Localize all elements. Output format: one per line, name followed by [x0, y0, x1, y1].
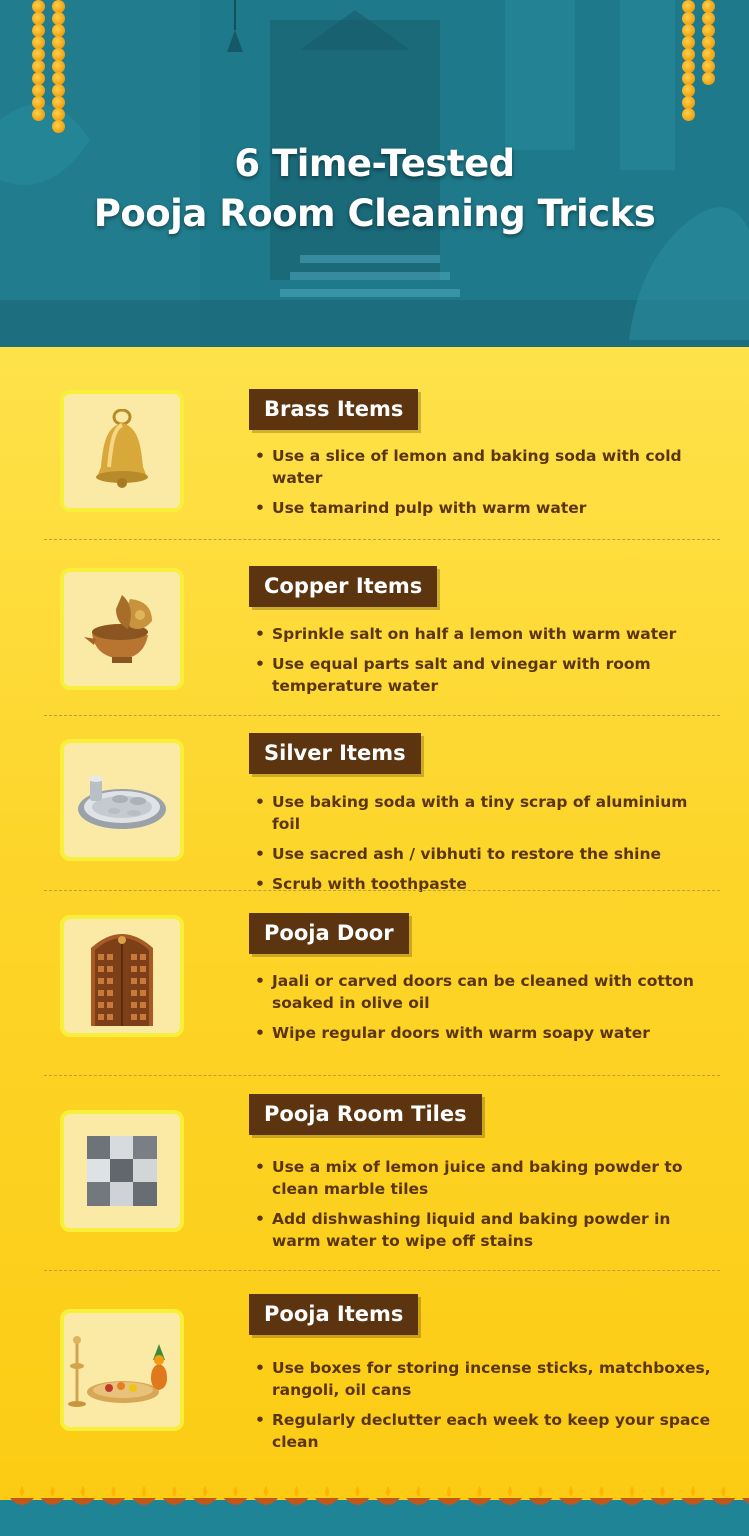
points-silver-items: Use baking soda with a tiny scrap of alu… [255, 791, 715, 903]
heading-pooja-room-tiles: Pooja Room Tiles [249, 1094, 482, 1135]
points-brass-items: Use a slice of lemon and baking soda wit… [255, 445, 715, 527]
section-divider [44, 715, 720, 716]
list-item: Use equal parts salt and vinegar with ro… [255, 653, 715, 697]
marigold-garland-right-2 [702, 0, 715, 85]
page-title-line-2: Pooja Room Cleaning Tricks [93, 192, 656, 235]
list-item: Regularly declutter each week to keep yo… [255, 1409, 715, 1453]
marigold-garland-left-1 [32, 0, 45, 121]
heading-pooja-door: Pooja Door [249, 913, 409, 954]
heading-brass-items: Brass Items [249, 389, 419, 430]
list-item: Jaali or carved doors can be cleaned wit… [255, 970, 715, 1014]
list-item: Sprinkle salt on half a lemon with warm … [255, 623, 715, 645]
points-copper-items: Sprinkle salt on half a lemon with warm … [255, 623, 715, 705]
points-pooja-items: Use boxes for storing incense sticks, ma… [255, 1357, 715, 1461]
bell-icon [60, 390, 184, 512]
marigold-garland-right-1 [682, 0, 695, 121]
carved-door-icon [60, 915, 184, 1037]
marigold-garland-left-2 [52, 0, 65, 133]
list-item: Use a mix of lemon juice and baking powd… [255, 1156, 715, 1200]
section-divider [44, 890, 720, 891]
list-item: Wipe regular doors with warm soapy water [255, 1022, 715, 1044]
header-banner: 6 Time-Tested Pooja Room Cleaning Tricks [0, 0, 749, 347]
points-pooja-door: Jaali or carved doors can be cleaned wit… [255, 970, 715, 1052]
list-item: Scrub with toothpaste [255, 873, 715, 895]
list-item: Add dishwashing liquid and baking powder… [255, 1208, 715, 1252]
marble-tiles-icon [60, 1110, 184, 1232]
copper-diya-icon [60, 568, 184, 690]
heading-pooja-items: Pooja Items [249, 1294, 419, 1335]
silver-thali-icon [60, 739, 184, 861]
list-item: Use baking soda with a tiny scrap of alu… [255, 791, 715, 835]
heading-copper-items: Copper Items [249, 566, 438, 607]
heading-silver-items: Silver Items [249, 733, 421, 774]
list-item: Use a slice of lemon and baking soda wit… [255, 445, 715, 489]
page-title-line-1: 6 Time-Tested [234, 142, 515, 185]
pooja-items-icon [60, 1309, 184, 1431]
points-pooja-room-tiles: Use a mix of lemon juice and baking powd… [255, 1156, 715, 1260]
section-divider [44, 1270, 720, 1271]
list-item: Use boxes for storing incense sticks, ma… [255, 1357, 715, 1401]
section-divider [44, 1075, 720, 1076]
list-item: Use sacred ash / vibhuti to restore the … [255, 843, 715, 865]
diya-lamp-icon [10, 1486, 749, 1505]
list-item: Use tamarind pulp with warm water [255, 497, 715, 519]
section-divider [44, 539, 720, 540]
